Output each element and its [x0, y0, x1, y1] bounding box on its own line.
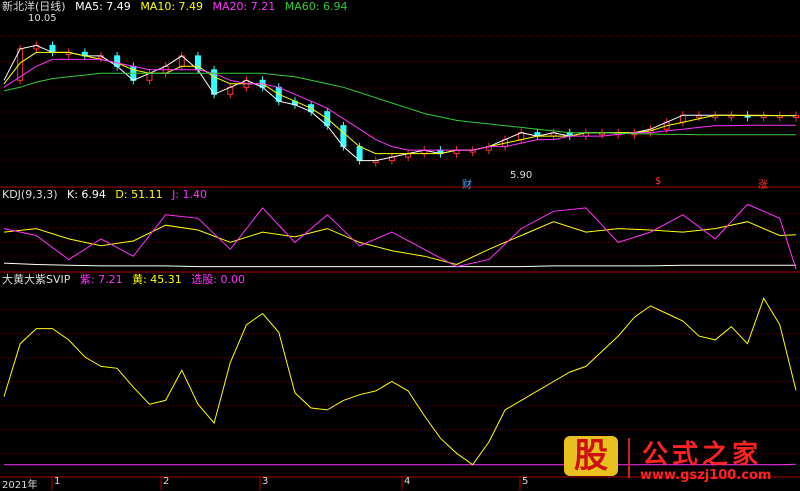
custom-panel-header: 大黄大紫SVIP 紫: 7.21 黄: 45.31 选股: 0.00 — [2, 273, 251, 287]
event-marker-dividend: $ — [655, 176, 661, 187]
main-panel-header: 新北洋(日线) MA5: 7.49 MA10: 7.49 MA20: 7.21 … — [2, 0, 353, 14]
series-line-ma5 — [4, 45, 796, 160]
watermark: 股 公式之家 www.gszj100.com — [560, 430, 800, 490]
chart-stage — [0, 0, 800, 490]
low-price-label: 5.90 — [510, 170, 532, 181]
event-marker-rise: 涨 — [758, 176, 768, 191]
watermark-url: www.gszj100.com — [640, 468, 771, 483]
kdj-k-value: K: 6.94 — [67, 188, 106, 201]
x-tick-label: 2021年 — [2, 476, 37, 491]
x-tick-label: 3 — [262, 476, 268, 487]
x-tick-label: 5 — [522, 476, 528, 487]
watermark-logo-glyph: 股 — [564, 434, 618, 478]
series-line-k — [4, 263, 796, 267]
watermark-divider — [628, 438, 630, 478]
ma20-value: MA20: 7.21 — [213, 0, 276, 13]
ma10-value: MA10: 7.49 — [140, 0, 203, 13]
watermark-site-name: 公式之家 — [642, 434, 762, 471]
x-tick-label: 2 — [163, 476, 169, 487]
purple-value: 紫: 7.21 — [80, 273, 123, 286]
select-value: 选股: 0.00 — [191, 273, 245, 286]
x-tick-label: 1 — [54, 476, 60, 487]
x-tick-label: 4 — [404, 476, 410, 487]
yellow-value: 黄: 45.31 — [132, 273, 182, 286]
watermark-logo: 股 — [560, 430, 622, 482]
candle-body — [341, 126, 346, 147]
kdj-panel-header: KDJ(9,3,3) K: 6.94 D: 51.11 J: 1.40 — [2, 188, 213, 202]
ma60-value: MA60: 6.94 — [285, 0, 348, 13]
kdj-j-value: J: 1.40 — [172, 188, 207, 201]
main-panel-title: 新北洋(日线) — [2, 0, 66, 13]
series-line-ma10 — [4, 52, 796, 153]
high-price-label: 10.05 — [28, 13, 57, 24]
kdj-d-value: D: 51.11 — [115, 188, 162, 201]
custom-panel-title: 大黄大紫SVIP — [2, 273, 70, 286]
ma5-value: MA5: 7.49 — [75, 0, 131, 13]
event-marker-finance: 财 — [462, 176, 472, 191]
series-line-ma60 — [4, 73, 796, 134]
kdj-panel-title: KDJ(9,3,3) — [2, 188, 58, 201]
